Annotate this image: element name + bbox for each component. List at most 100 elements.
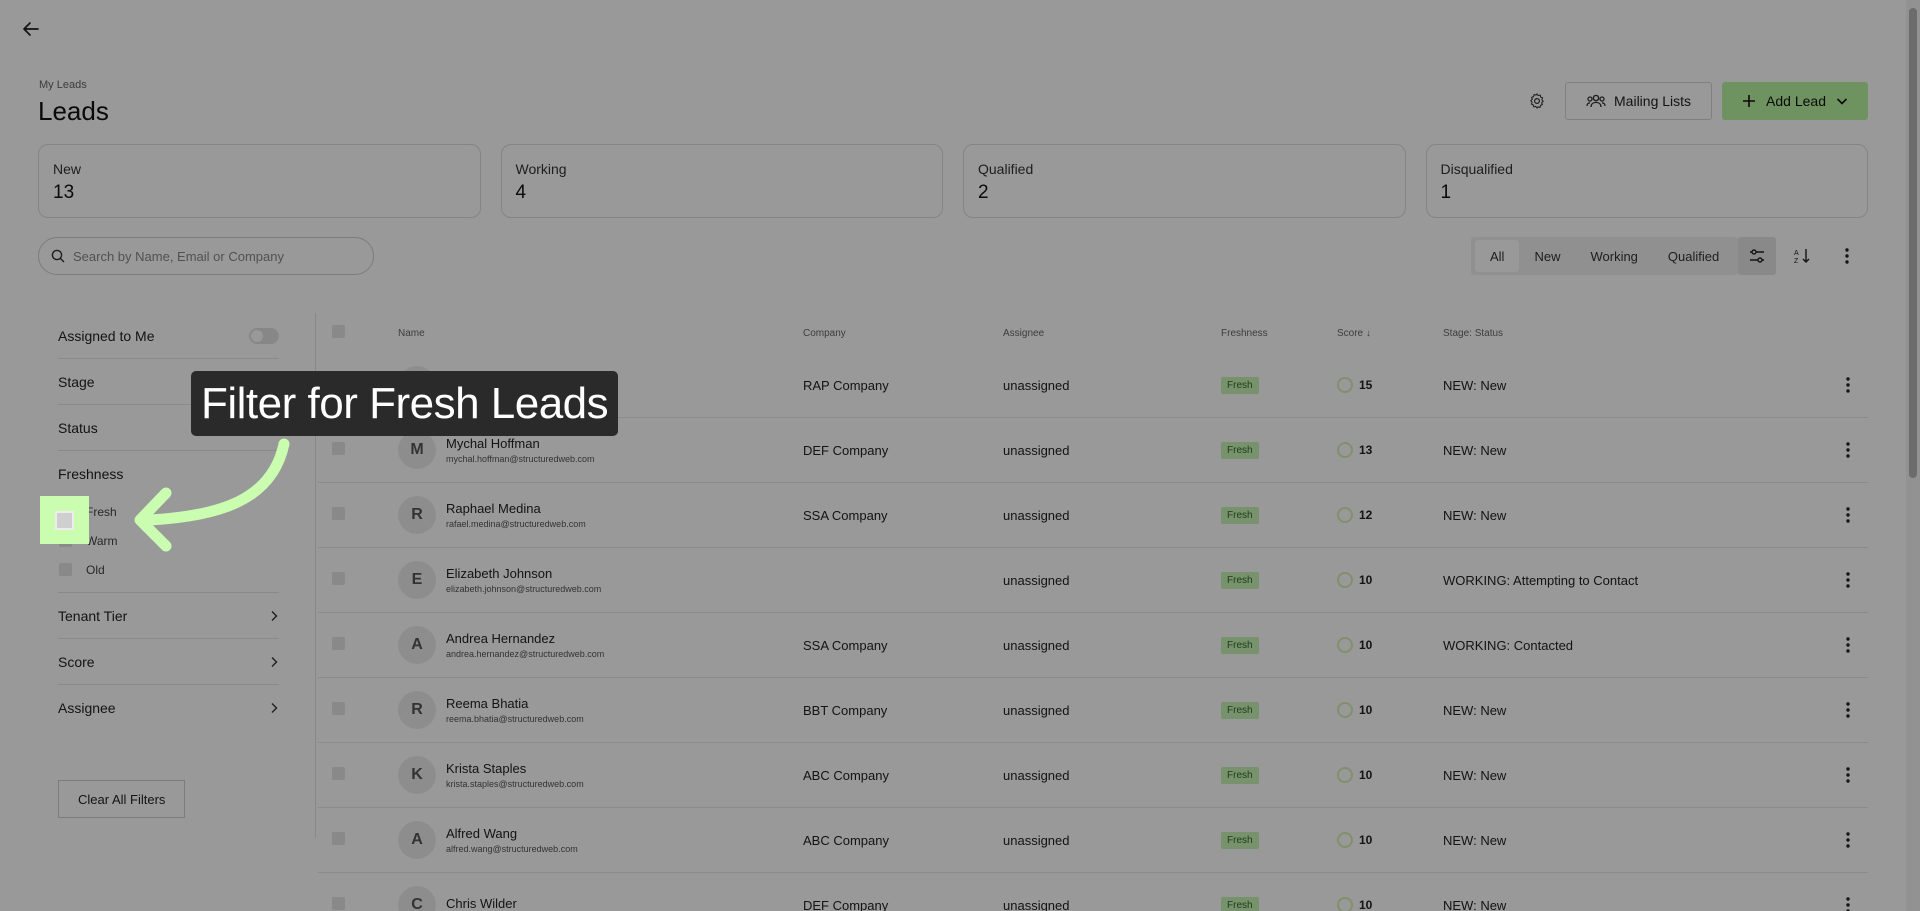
- lead-name[interactable]: Elizabeth Johnson: [446, 566, 601, 581]
- row-menu-button[interactable]: [1828, 377, 1868, 393]
- filter-assignee[interactable]: Assignee: [58, 685, 279, 731]
- freshness-option-fresh[interactable]: Fresh: [58, 497, 279, 526]
- table-row[interactable]: R Raphael Medina rafael.medina@structuredw…: [318, 483, 1868, 548]
- row-menu-button[interactable]: [1828, 442, 1868, 458]
- stage-status-cell: WORKING: Contacted: [1443, 637, 1574, 653]
- row-menu-button[interactable]: [1828, 897, 1868, 911]
- filter-freshness[interactable]: Freshness: [58, 451, 279, 497]
- settings-button[interactable]: [1519, 83, 1555, 119]
- stat-card-disqualified[interactable]: Disqualified 1: [1425, 144, 1868, 218]
- filter-toggle-button[interactable]: [1738, 237, 1776, 275]
- row-checkbox[interactable]: [332, 442, 345, 455]
- row-checkbox[interactable]: [332, 897, 345, 910]
- option-label: Old: [86, 562, 105, 577]
- row-menu-button[interactable]: [1828, 767, 1868, 783]
- stat-card-working[interactable]: Working 4: [500, 144, 943, 218]
- kebab-menu-icon: [1846, 507, 1850, 523]
- row-checkbox[interactable]: [332, 832, 345, 845]
- lead-name[interactable]: Chris Wilder: [446, 896, 517, 911]
- row-checkbox[interactable]: [332, 767, 345, 780]
- mailing-lists-label: Mailing Lists: [1614, 93, 1692, 109]
- assignee-cell: unassigned: [1003, 767, 1070, 783]
- row-checkbox[interactable]: [332, 572, 345, 585]
- table-row[interactable]: K Krista Staples krista.staples@structured…: [318, 743, 1868, 808]
- freshness-badge: Fresh: [1221, 377, 1259, 394]
- more-options-button[interactable]: [1828, 237, 1866, 275]
- column-header-assignee[interactable]: Assignee: [1003, 328, 1221, 339]
- filter-assigned-to-me[interactable]: Assigned to Me: [58, 313, 279, 359]
- score-value: 10: [1359, 898, 1373, 911]
- score-ring-icon: [1337, 637, 1353, 653]
- stage-status-cell: NEW: New: [1443, 832, 1507, 848]
- chevron-down-icon: [1836, 98, 1848, 105]
- row-checkbox[interactable]: [332, 507, 345, 520]
- row-checkbox[interactable]: [332, 702, 345, 715]
- kebab-menu-icon: [1846, 767, 1850, 783]
- stat-label: Qualified: [978, 161, 1034, 177]
- score-ring-icon: [1337, 897, 1353, 911]
- score-value: 12: [1359, 508, 1373, 522]
- table-row[interactable]: C Chris Wilder DEF Company unassigned Fresh 1…: [318, 873, 1868, 911]
- fresh-checkbox[interactable]: [55, 510, 74, 530]
- scrollbar[interactable]: [1906, 0, 1920, 911]
- lead-name[interactable]: Krista Staples: [446, 761, 584, 776]
- column-header-stage-status[interactable]: Stage: Status: [1443, 328, 1828, 339]
- freshness-badge: Fresh: [1221, 832, 1259, 849]
- filter-score[interactable]: Score: [58, 639, 279, 685]
- row-menu-button[interactable]: [1828, 507, 1868, 523]
- column-header-score[interactable]: Score ↓: [1337, 328, 1443, 339]
- assigned-to-me-toggle[interactable]: [249, 327, 279, 344]
- company-cell: ABC Company: [803, 767, 889, 783]
- checkbox[interactable]: [59, 563, 72, 576]
- lead-email: alfred.wang@structuredweb.com: [446, 844, 578, 854]
- column-header-name[interactable]: Name: [398, 328, 803, 339]
- table-row[interactable]: R Reema Bhatia reema.bhatia@structuredweb.…: [318, 678, 1868, 743]
- stat-card-qualified[interactable]: Qualified 2: [963, 144, 1406, 218]
- score-ring-icon: [1337, 832, 1353, 848]
- segment-qualified[interactable]: Qualified: [1653, 240, 1734, 272]
- lead-email: mychal.hoffman@structuredweb.com: [446, 454, 595, 464]
- mailing-lists-button[interactable]: Mailing Lists: [1565, 82, 1713, 120]
- kebab-menu-icon: [1846, 442, 1850, 458]
- freshness-option-warm[interactable]: Warm: [58, 526, 279, 555]
- row-menu-button[interactable]: [1828, 832, 1868, 848]
- back-button[interactable]: [20, 18, 42, 40]
- lead-name-cell: A Alfred Wang alfred.wang@structuredweb.co…: [398, 821, 803, 859]
- clear-all-filters-button[interactable]: Clear All Filters: [58, 780, 186, 818]
- lead-name[interactable]: Mychal Hoffman: [446, 436, 595, 451]
- row-menu-button[interactable]: [1828, 702, 1868, 718]
- table-row[interactable]: E Elizabeth Johnson elizabeth.johnson@stru…: [318, 548, 1868, 613]
- fresh-checkbox-highlight[interactable]: [40, 496, 89, 544]
- row-menu-button[interactable]: [1828, 637, 1868, 653]
- assignee-cell: unassigned: [1003, 702, 1070, 718]
- svg-text:Z: Z: [1794, 258, 1799, 265]
- add-lead-button[interactable]: Add Lead: [1722, 82, 1868, 120]
- search-input[interactable]: [73, 248, 343, 264]
- lead-name[interactable]: Alfred Wang: [446, 826, 578, 841]
- column-header-freshness[interactable]: Freshness: [1221, 328, 1337, 339]
- select-all-checkbox[interactable]: [332, 325, 345, 338]
- segment-working[interactable]: Working: [1575, 240, 1652, 272]
- header-actions: Mailing Lists Add Lead: [1519, 82, 1868, 120]
- freshness-options: Fresh Warm Old: [58, 497, 279, 593]
- lead-name[interactable]: Raphael Medina: [446, 501, 586, 516]
- row-checkbox[interactable]: [332, 637, 345, 650]
- lead-name-cell: A Andrea Hernandez andrea.hernandez@struct…: [398, 626, 803, 664]
- column-header-company[interactable]: Company: [803, 328, 1003, 339]
- scrollbar-thumb[interactable]: [1909, 8, 1917, 478]
- row-menu-button[interactable]: [1828, 572, 1868, 588]
- lead-name[interactable]: Andrea Hernandez: [446, 631, 604, 646]
- freshness-option-old[interactable]: Old: [58, 555, 279, 584]
- sort-button[interactable]: AZ: [1783, 237, 1821, 275]
- lead-name[interactable]: Reema Bhatia: [446, 696, 584, 711]
- avatar: R: [398, 691, 436, 729]
- table-row[interactable]: A Andrea Hernandez andrea.hernandez@struct…: [318, 613, 1868, 678]
- stat-card-new[interactable]: New 13: [38, 144, 481, 218]
- table-row[interactable]: A Alfred Wang alfred.wang@structuredweb.co…: [318, 808, 1868, 873]
- chevron-right-icon: [271, 703, 278, 713]
- lead-name-cell: R Reema Bhatia reema.bhatia@structuredweb.…: [398, 691, 803, 729]
- avatar: R: [398, 496, 436, 534]
- filter-tenant-tier[interactable]: Tenant Tier: [58, 593, 279, 639]
- segment-new[interactable]: New: [1519, 240, 1575, 272]
- segment-all[interactable]: All: [1475, 240, 1520, 272]
